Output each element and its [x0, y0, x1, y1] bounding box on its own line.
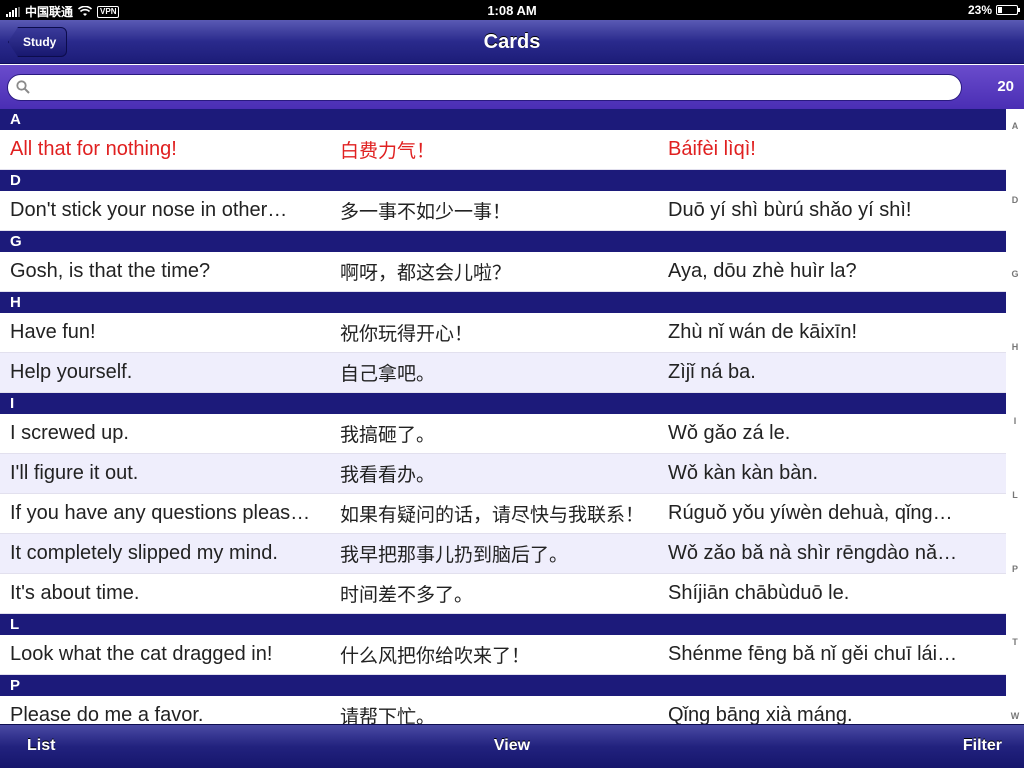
table-row[interactable]: Gosh, is that the time? 啊呀，都这会儿啦？ Aya, dōu… — [0, 252, 1006, 292]
table-row[interactable]: All that for nothing! 白费力气！ Báifèi lìqì! — [0, 130, 1006, 170]
section-header-g: G — [0, 231, 1006, 252]
index-letter-l[interactable]: L — [1006, 490, 1024, 500]
table-row[interactable]: Don't stick your nose in other… 多一事不如少一事！… — [0, 191, 1006, 231]
filter-button[interactable]: Filter — [963, 737, 1002, 755]
english-phrase: All that for nothing! — [10, 138, 177, 160]
section-header-d: D — [0, 170, 1006, 191]
pinyin-phrase: Rúguǒ yǒu yíwèn dehuà, qǐng… — [668, 502, 953, 524]
pinyin-phrase: Wǒ zǎo bǎ nà shìr rēngdào nǎ… — [668, 542, 958, 564]
english-phrase: Look what the cat dragged in! — [10, 643, 273, 665]
index-letter-t[interactable]: T — [1006, 637, 1024, 647]
chinese-phrase: 什么风把你给吹来了！ — [340, 645, 531, 667]
section-index[interactable]: A D G H I L P T W — [1006, 109, 1024, 724]
table-row[interactable]: Help yourself. 自己拿吧。 Zìjǐ ná ba. — [0, 353, 1006, 393]
table-row[interactable]: I screwed up. 我搞砸了。 Wǒ gǎo zá le. — [0, 414, 1006, 454]
table-row[interactable]: If you have any questions pleas… 如果有疑问的话，… — [0, 494, 1006, 534]
pinyin-phrase: Báifèi lìqì! — [668, 138, 756, 160]
english-phrase: I screwed up. — [10, 422, 129, 444]
table-row[interactable]: I'll figure it out. 我看看办。 Wǒ kàn kàn bàn. — [0, 454, 1006, 494]
english-phrase: I'll figure it out. — [10, 462, 139, 484]
index-letter-w[interactable]: W — [1006, 711, 1024, 721]
pinyin-phrase: Qǐng bāng xià máng. — [668, 704, 853, 724]
english-phrase: It's about time. — [10, 582, 140, 604]
battery-icon — [996, 5, 1020, 15]
bottom-toolbar: List View Filter — [0, 724, 1024, 768]
english-phrase: If you have any questions pleas… — [10, 502, 311, 524]
section-header-a: A — [0, 109, 1006, 130]
chinese-phrase: 我看看办。 — [340, 464, 436, 486]
pinyin-phrase: Zhù nǐ wán de kāixīn! — [668, 321, 857, 343]
pinyin-phrase: Shíjiān chābùduō le. — [668, 582, 850, 604]
chinese-phrase: 我搞砸了。 — [340, 424, 436, 446]
english-phrase: Gosh, is that the time? — [10, 260, 211, 282]
chinese-phrase: 啊呀，都这会儿啦？ — [340, 262, 512, 284]
card-list[interactable]: A All that for nothing! 白费力气！ Báifèi lìqì! D… — [0, 109, 1006, 724]
chinese-phrase: 祝你玩得开心！ — [340, 323, 474, 345]
index-letter-p[interactable]: P — [1006, 564, 1024, 574]
result-count: 20 — [997, 78, 1014, 95]
chinese-phrase: 自己拿吧。 — [340, 363, 436, 385]
table-row[interactable]: Have fun! 祝你玩得开心！ Zhù nǐ wán de kāixīn! — [0, 313, 1006, 353]
index-letter-g[interactable]: G — [1006, 269, 1024, 279]
view-button[interactable]: View — [482, 737, 542, 755]
table-row[interactable]: It completely slipped my mind. 我早把那事儿扔到脑后… — [0, 534, 1006, 574]
index-letter-a[interactable]: A — [1006, 121, 1024, 131]
chinese-phrase: 白费力气！ — [340, 140, 436, 162]
table-row[interactable]: Please do me a favor. 请帮下忙。 Qǐng bāng xià … — [0, 696, 1006, 724]
index-letter-h[interactable]: H — [1006, 342, 1024, 352]
search-field[interactable] — [7, 74, 962, 101]
table-row[interactable]: It's about time. 时间差不多了。 Shíjiān chābùduō … — [0, 574, 1006, 614]
chinese-phrase: 请帮下忙。 — [340, 706, 436, 724]
english-phrase: Have fun! — [10, 321, 96, 343]
pinyin-phrase: Aya, dōu zhè huìr la? — [668, 260, 857, 282]
section-header-h: H — [0, 292, 1006, 313]
section-header-i: I — [0, 393, 1006, 414]
index-letter-d[interactable]: D — [1006, 195, 1024, 205]
table-row[interactable]: Look what the cat dragged in! 什么风把你给吹来了！ S… — [0, 635, 1006, 675]
pinyin-phrase: Wǒ gǎo zá le. — [668, 422, 791, 444]
list-button[interactable]: List — [27, 737, 55, 755]
pinyin-phrase: Zìjǐ ná ba. — [668, 361, 756, 383]
pinyin-phrase: Duō yí shì bùrú shǎo yí shì! — [668, 199, 912, 221]
pinyin-phrase: Wǒ kàn kàn bàn. — [668, 462, 819, 484]
search-input[interactable] — [36, 78, 951, 98]
navigation-bar: Study Cards — [0, 20, 1024, 64]
english-phrase: Help yourself. — [10, 361, 133, 383]
chinese-phrase: 时间差不多了。 — [340, 584, 474, 606]
chinese-phrase: 如果有疑问的话，请尽快与我联系！ — [340, 504, 645, 526]
battery-percent: 23% — [967, 3, 992, 17]
page-title: Cards — [483, 31, 541, 53]
status-bar: 中国联通 VPN 1:08 AM 23% — [0, 0, 1024, 20]
english-phrase: Don't stick your nose in other… — [10, 199, 288, 221]
index-letter-i[interactable]: I — [1006, 416, 1024, 426]
status-time: 1:08 AM — [487, 3, 537, 18]
search-icon — [16, 80, 30, 94]
english-phrase: Please do me a favor. — [10, 704, 204, 724]
chinese-phrase: 我早把那事儿扔到脑后了。 — [340, 544, 569, 566]
section-header-p: P — [0, 675, 1006, 696]
section-header-l: L — [0, 614, 1006, 635]
search-bar: 20 — [0, 65, 1024, 109]
status-right: 23% — [967, 3, 1020, 17]
pinyin-phrase: Shénme fēng bǎ nǐ gěi chuī lái… — [668, 643, 958, 665]
english-phrase: It completely slipped my mind. — [10, 542, 278, 564]
chinese-phrase: 多一事不如少一事！ — [340, 201, 512, 223]
